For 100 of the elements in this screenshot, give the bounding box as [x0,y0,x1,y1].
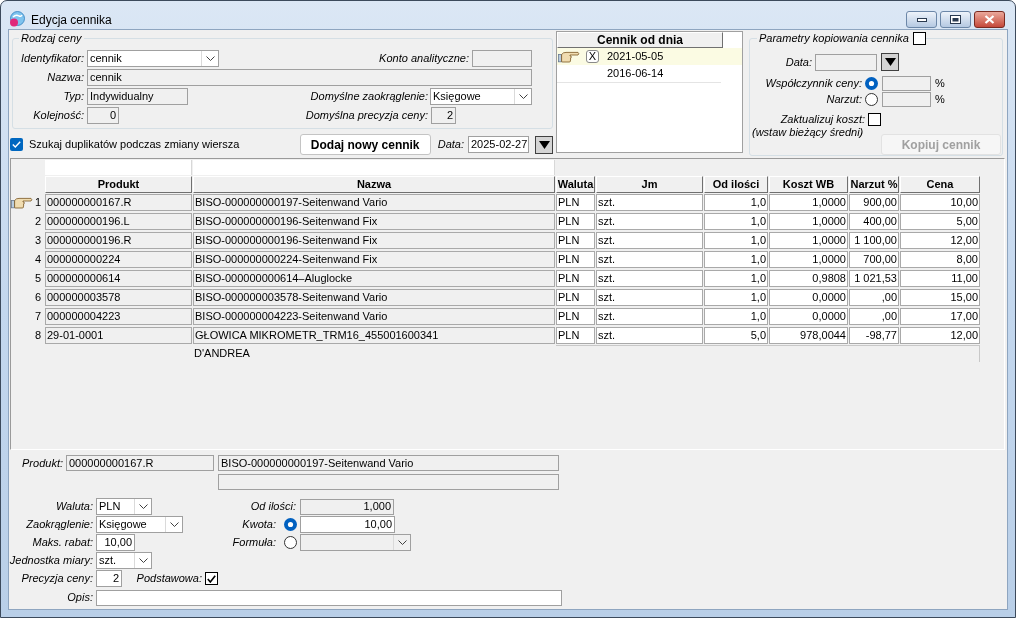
checkmark-icon [207,574,216,583]
product-name-field[interactable]: BISO-000000000197-Seitenwand Vario [218,455,559,471]
table-cell: 17,00 [900,308,980,325]
chevron-down-icon [205,56,215,61]
x-marker[interactable]: X [586,50,599,63]
table-cell: PLN [556,232,595,249]
group-title: Parametry kopiowania cennika [757,31,913,45]
app-icon [9,11,25,27]
checkbox[interactable] [10,138,23,151]
description-field[interactable] [96,589,562,606]
table-cell: 900,00 [849,194,899,211]
product-code-field[interactable]: 000000000167.R [66,455,214,471]
minimize-button[interactable] [906,11,937,28]
product-extra-field[interactable] [218,474,559,490]
filter-field[interactable] [193,160,555,175]
currency-dropdown[interactable]: PLN [96,498,152,515]
close-icon [984,15,995,24]
table-cell: 1,0 [704,270,768,287]
column-header[interactable]: Cennik od dnia [557,32,723,48]
row-selector[interactable]: 6 [11,289,44,306]
maximize-button[interactable] [940,11,971,28]
table-cell: GŁOWICA MIKROMETR_TRM16_455001600341 [193,327,555,344]
field-label: Data: [785,55,812,69]
order-field[interactable]: 0 [87,107,119,124]
radio-button[interactable] [284,536,297,549]
amount-field[interactable]: 10,00 [300,516,395,533]
copy-date-field[interactable] [815,53,877,71]
table-cell: szt. [596,327,703,344]
row-selector[interactable]: 7 [11,308,44,325]
precision-field[interactable]: 2 [431,107,456,124]
table-cell: 700,00 [849,251,899,268]
table-cell: 1,0 [704,289,768,306]
filter-field[interactable] [45,160,192,175]
precision-field[interactable]: 2 [96,570,122,587]
chevron-down-icon [138,558,148,563]
column-header[interactable]: Narzut % [849,176,899,193]
table-cell: PLN [556,194,595,211]
table-cell: 000000000614 [45,270,192,287]
identifier-dropdown[interactable]: cennik [87,50,219,67]
table-cell: 000000004223 [45,308,192,325]
max-discount-field[interactable]: 10,00 [96,534,135,551]
column-header[interactable]: Cena [900,176,980,193]
row-selector[interactable]: 1 [11,194,44,211]
close-button[interactable] [974,11,1005,28]
row-selector[interactable]: 2 [11,213,44,230]
table-cell: 1,0 [704,251,768,268]
table-cell: szt. [596,289,703,306]
dropdown-button[interactable] [881,53,899,71]
list-item[interactable]: X 2021-05-05 [557,48,742,65]
table-cell: PLN [556,308,595,325]
field-label: Od ilości: [250,500,296,513]
maximize-icon [950,15,961,24]
row-selector[interactable]: 5 [11,270,44,287]
rounding-dropdown[interactable]: Księgowe [96,516,183,533]
rounding-dropdown[interactable]: Księgowe [430,88,532,105]
table-cell: szt. [596,251,703,268]
field-label: Opis: [67,591,93,604]
from-quantity-field[interactable]: 1,000 [300,498,394,515]
field-label: Nazwa: [47,71,84,84]
table-cell: 000000000196.L [45,213,192,230]
table-cell: 1,0 [704,308,768,325]
radio-button[interactable] [284,518,297,531]
pointing-hand-icon [558,50,580,63]
field-label: Zaktualizuj koszt: [780,112,865,126]
chevron-down-icon [138,504,148,509]
factor-field[interactable] [882,76,931,91]
type-field[interactable]: Indywidualny [87,88,188,105]
table-cell: PLN [556,270,595,287]
name-field[interactable]: cennik [87,69,532,86]
add-price-list-button[interactable]: Dodaj nowy cennik [299,134,431,155]
row-selector[interactable]: 4 [11,251,44,268]
table-cell: 1,0 [704,213,768,230]
account-field[interactable] [472,50,532,67]
table-cell: 000000000167.R [45,194,192,211]
checkbox[interactable] [868,112,881,126]
radio-button[interactable] [865,93,878,106]
field-label: Maks. rabat: [32,536,93,549]
dropdown-button[interactable] [535,135,553,154]
field-label: Produkt: [22,456,63,470]
table-cell: BISO-000000000196-Seitenwand Fix [193,213,555,230]
checkbox[interactable] [205,572,218,585]
checkbox-label: Szukaj duplikatów podczas zmiany wiersza [29,137,240,153]
row-selector[interactable]: 3 [11,232,44,249]
markup-field[interactable] [882,92,931,107]
column-header[interactable]: Waluta [556,176,595,193]
table-cell: 000000003578 [45,289,192,306]
table-cell: ,00 [849,289,899,306]
unit-dropdown[interactable]: szt. [96,552,152,569]
radio-button[interactable] [865,77,878,90]
column-header[interactable]: Produkt [45,176,192,193]
field-label: Typ: [63,90,84,103]
column-header[interactable]: Jm [596,176,703,193]
column-header[interactable]: Nazwa [193,176,555,193]
table-cell: 1,0 [704,194,768,211]
row-selector[interactable]: 8 [11,327,44,344]
column-header[interactable]: Od ilości [704,176,768,193]
column-header[interactable]: Koszt WB [769,176,848,193]
table-cell: 11,00 [900,270,980,287]
chevron-down-icon [169,522,179,527]
date-field[interactable]: 2025-02-27 [468,136,529,153]
